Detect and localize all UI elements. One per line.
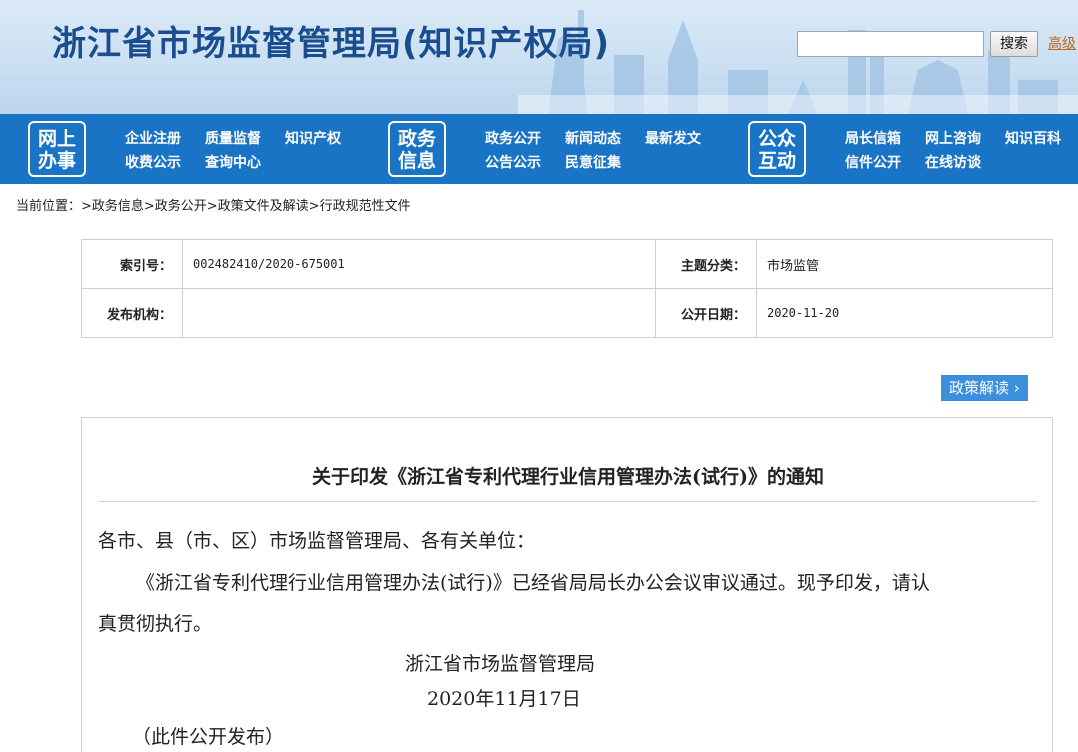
nav-link-government-affairs[interactable]: 政务公开 <box>485 128 541 148</box>
document-content: 关于印发《浙江省专利代理行业信用管理办法(试行)》的通知 各市、县（市、区）市场… <box>81 417 1053 752</box>
publisher-label: 发布机构： <box>81 288 183 338</box>
breadcrumb[interactable]: 当前位置：>政务信息>政务公开>政策文件及解读>行政规范性文件 <box>16 195 411 214</box>
nav-group-label-line2: 信息 <box>397 150 436 172</box>
publish-date-label: 公开日期： <box>655 288 757 338</box>
nav-link-announcements[interactable]: 公告公示 <box>485 152 541 172</box>
document-date: 2020年11月17日 <box>427 688 581 710</box>
document-info-table: 索引号： 002482410/2020-675001 主题分类： 市场监管 发布… <box>81 239 1053 338</box>
nav-link-knowledge-base[interactable]: 知识百科 <box>1005 128 1061 148</box>
nav-group-public-interaction[interactable]: 公众 互动 <box>748 121 806 177</box>
category-label: 主题分类： <box>655 239 757 289</box>
publisher-value <box>182 288 656 338</box>
nav-link-public-opinion[interactable]: 民意征集 <box>565 152 621 172</box>
document-body-line2: 真贯彻执行。 <box>98 613 213 635</box>
nav-group-label-line1: 政务 <box>397 128 436 150</box>
search-input[interactable] <box>797 31 984 57</box>
nav-link-intellectual-property[interactable]: 知识产权 <box>285 128 341 148</box>
index-number-value: 002482410/2020-675001 <box>182 239 656 289</box>
index-number-label: 索引号： <box>81 239 183 289</box>
document-signature: 浙江省市场监督管理局 <box>405 653 596 675</box>
nav-link-latest-documents[interactable]: 最新发文 <box>645 128 701 148</box>
nav-link-query-center[interactable]: 查询中心 <box>205 152 261 172</box>
chevron-right-icon: › <box>1013 379 1020 397</box>
document-body-line1: 《浙江省专利代理行业信用管理办法(试行)》已经省局局长办公会议审议通过。现予印发… <box>136 572 930 594</box>
document-salutation: 各市、县（市、区）市场监督管理局、各有关单位： <box>98 530 536 552</box>
nav-link-news[interactable]: 新闻动态 <box>565 128 621 148</box>
nav-link-online-consultation[interactable]: 网上咨询 <box>925 128 981 148</box>
nav-group-government-info[interactable]: 政务 信息 <box>388 121 446 177</box>
policy-interpretation-label: 政策解读 <box>949 379 1010 397</box>
nav-link-online-interviews[interactable]: 在线访谈 <box>925 152 981 172</box>
policy-interpretation-button[interactable]: 政策解读 › <box>941 375 1028 401</box>
nav-group-label-line2: 办事 <box>37 150 76 172</box>
nav-group-label-line1: 网上 <box>37 128 76 150</box>
nav-link-director-mailbox[interactable]: 局长信箱 <box>845 128 901 148</box>
advanced-search-link[interactable]: 高级 <box>1048 33 1076 53</box>
nav-group-label-line1: 公众 <box>757 128 796 150</box>
search-button[interactable]: 搜索 <box>990 31 1038 57</box>
site-title: 浙江省市场监督管理局(知识产权局) <box>52 24 611 64</box>
nav-link-quality-supervision[interactable]: 质量监督 <box>205 128 261 148</box>
title-divider <box>98 501 1038 502</box>
main-navigation: 网上 办事 企业注册 质量监督 知识产权 收费公示 查询中心 政务 信息 政务公… <box>0 114 1078 184</box>
header-banner: 浙江省市场监督管理局(知识产权局) 搜索 高级 <box>0 0 1078 114</box>
nav-link-enterprise-registration[interactable]: 企业注册 <box>125 128 181 148</box>
publish-date-value: 2020-11-20 <box>756 288 1053 338</box>
document-note: （此件公开发布） <box>132 726 285 748</box>
nav-group-online-services[interactable]: 网上 办事 <box>28 121 86 177</box>
category-value: 市场监管 <box>756 239 1053 289</box>
nav-link-published-letters[interactable]: 信件公开 <box>845 152 901 172</box>
nav-link-fee-disclosure[interactable]: 收费公示 <box>125 152 181 172</box>
nav-group-label-line2: 互动 <box>757 150 796 172</box>
document-title: 关于印发《浙江省专利代理行业信用管理办法(试行)》的通知 <box>312 466 824 488</box>
